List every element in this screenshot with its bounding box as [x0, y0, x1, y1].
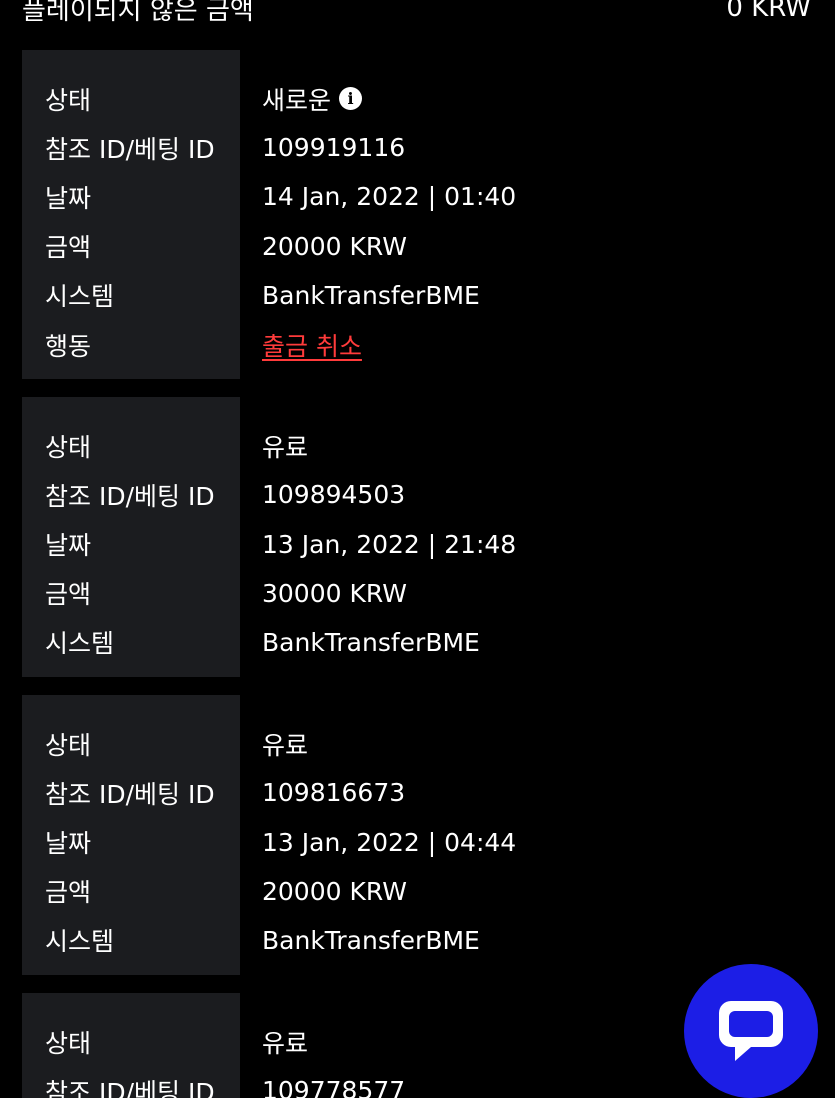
withdrawal-history-page: 플레이되지 않은 금액 0 KRW 상태 새로운 i 참조 ID/베팅 ID 1… — [0, 0, 835, 1098]
transaction-list: 상태 새로운 i 참조 ID/베팅 ID 109919116 날짜 14 Jan… — [22, 50, 835, 1098]
amount-label: 금액 — [45, 233, 92, 263]
status-row: 상태 유료 — [22, 421, 835, 470]
live-chat-button[interactable] — [684, 964, 818, 1098]
amount-row: 금액 20000 KRW — [22, 222, 835, 271]
chat-bubble-icon — [719, 1001, 783, 1061]
amount-row: 금액 30000 KRW — [22, 569, 835, 618]
status-value-wrap: 새로운 i — [262, 81, 363, 117]
date-value: 13 Jan, 2022 | 21:48 — [262, 529, 517, 559]
amount-label: 금액 — [45, 878, 92, 908]
status-value: 유료 — [262, 432, 309, 462]
status-label: 상태 — [45, 85, 92, 115]
status-label: 상태 — [45, 432, 92, 462]
amount-label: 금액 — [45, 580, 92, 610]
system-row: 시스템 BankTransferBME — [22, 271, 835, 320]
status-row: 상태 새로운 i — [22, 74, 835, 123]
status-value: 유료 — [262, 730, 309, 760]
system-label: 시스템 — [45, 927, 115, 957]
system-row: 시스템 BankTransferBME — [22, 618, 835, 667]
ref-id-label: 참조 ID/베팅 ID — [45, 779, 215, 809]
ref-id-label: 참조 ID/베팅 ID — [45, 481, 215, 511]
date-label: 날짜 — [45, 183, 92, 213]
amount-value: 30000 KRW — [262, 578, 407, 608]
system-label: 시스템 — [45, 282, 115, 312]
transaction-record: 상태 유료 참조 ID/베팅 ID 109894503 날짜 13 Jan, 2… — [22, 397, 835, 678]
amount-row: 금액 20000 KRW — [22, 867, 835, 916]
date-value: 13 Jan, 2022 | 04:44 — [262, 827, 517, 857]
ref-id-value: 109894503 — [262, 480, 406, 510]
ref-id-value: 109919116 — [262, 133, 406, 163]
ref-id-label: 참조 ID/베팅 ID — [45, 134, 215, 164]
unplayed-amount-row: 플레이되지 않은 금액 0 KRW — [22, 0, 811, 28]
action-value-wrap: 출금 취소 — [262, 327, 362, 363]
transaction-record: 상태 새로운 i 참조 ID/베팅 ID 109919116 날짜 14 Jan… — [22, 50, 835, 380]
status-label: 상태 — [45, 730, 92, 760]
status-value: 새로운 — [262, 85, 332, 115]
action-label: 행동 — [45, 331, 92, 361]
cancel-withdrawal-link[interactable]: 출금 취소 — [262, 327, 362, 363]
status-row: 상태 유료 — [22, 719, 835, 768]
date-label: 날짜 — [45, 829, 92, 859]
amount-value: 20000 KRW — [262, 876, 407, 906]
date-label: 날짜 — [45, 531, 92, 561]
action-row: 행동 출금 취소 — [22, 320, 835, 369]
system-value: BankTransferBME — [262, 925, 480, 955]
ref-id-row: 참조 ID/베팅 ID 109816673 — [22, 768, 835, 817]
date-row: 날짜 13 Jan, 2022 | 04:44 — [22, 817, 835, 866]
system-label: 시스템 — [45, 629, 115, 659]
ref-id-row: 참조 ID/베팅 ID 109894503 — [22, 470, 835, 519]
amount-value: 20000 KRW — [262, 231, 407, 261]
info-icon[interactable]: i — [339, 87, 363, 111]
system-value: BankTransferBME — [262, 627, 480, 657]
status-value: 유료 — [262, 1028, 309, 1058]
ref-id-value: 109778577 — [262, 1076, 406, 1098]
date-value: 14 Jan, 2022 | 01:40 — [262, 182, 517, 212]
ref-id-row: 참조 ID/베팅 ID 109919116 — [22, 123, 835, 172]
status-label: 상태 — [45, 1028, 92, 1058]
unplayed-amount-value: 0 KRW — [726, 0, 811, 23]
date-row: 날짜 13 Jan, 2022 | 21:48 — [22, 520, 835, 569]
unplayed-amount-label: 플레이되지 않은 금액 — [22, 0, 254, 26]
date-row: 날짜 14 Jan, 2022 | 01:40 — [22, 172, 835, 221]
ref-id-value: 109816673 — [262, 778, 406, 808]
system-row: 시스템 BankTransferBME — [22, 916, 835, 965]
ref-id-label: 참조 ID/베팅 ID — [45, 1077, 215, 1098]
transaction-record: 상태 유료 참조 ID/베팅 ID 109816673 날짜 13 Jan, 2… — [22, 695, 835, 975]
system-value: BankTransferBME — [262, 280, 480, 310]
